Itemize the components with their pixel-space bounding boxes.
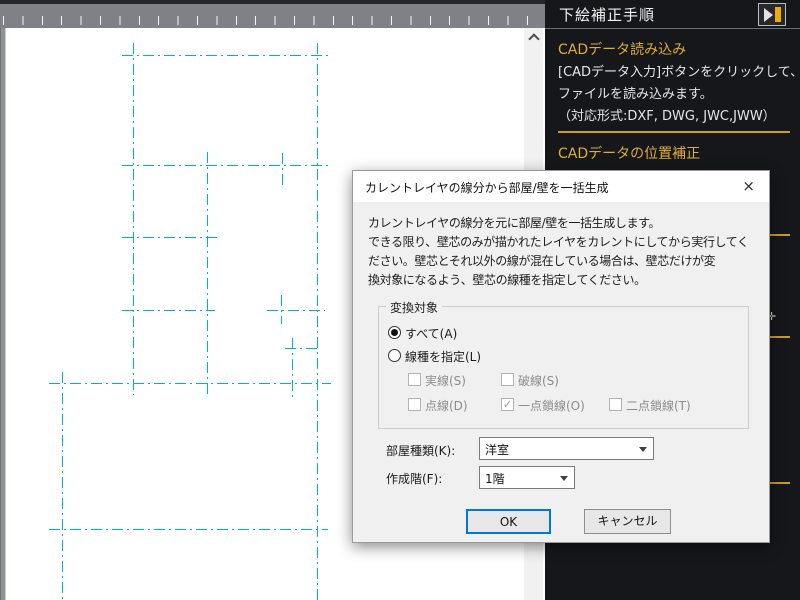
- room-type-select[interactable]: 洋室: [479, 437, 654, 460]
- chevron-up-icon: [528, 33, 539, 44]
- description-line: カレントレイヤの線分を元に部屋/壁を一括生成します。: [368, 214, 749, 233]
- section-divider: [769, 234, 790, 236]
- cad-line: [49, 529, 328, 530]
- cad-line: [285, 348, 320, 349]
- floor-select[interactable]: 1階: [479, 466, 575, 489]
- checkbox-dash-dot-line[interactable]: ✓: [501, 398, 514, 411]
- close-icon[interactable]: ×: [742, 177, 755, 195]
- groupbox-label: 変換対象: [386, 299, 442, 316]
- checkbox-dashed-line[interactable]: [501, 373, 514, 386]
- cad-line: [122, 310, 215, 311]
- radio-specify-linetype[interactable]: [388, 349, 401, 362]
- checkbox-solid-line-label[interactable]: 実線(S): [425, 372, 466, 389]
- app-window: 下絵補正手順 CADデータ読み込み [CADデータ入力]ボタンをクリックして、 …: [0, 0, 800, 600]
- chevron-down-icon: [639, 447, 647, 452]
- section-body-line: [CADデータ入力]ボタンをクリックして、: [558, 61, 800, 80]
- play-arrow-icon: [764, 8, 773, 22]
- dialog-title: カレントレイヤの線分から部屋/壁を一括生成: [365, 179, 609, 196]
- horizontal-ruler: [0, 0, 545, 28]
- chevron-down-icon: [560, 476, 568, 481]
- checkbox-solid-line[interactable]: [408, 373, 421, 386]
- description-line: できる限り、壁芯のみが描かれたレイヤをカレントにしてから実行してく: [368, 233, 749, 252]
- description-line: 換対象になるよう、壁芯の線種を指定してください。: [368, 271, 749, 290]
- cad-line: [281, 295, 282, 324]
- floor-value: 1階: [485, 472, 505, 486]
- cad-line: [62, 372, 63, 600]
- cad-line: [122, 165, 328, 166]
- radio-all[interactable]: [388, 326, 401, 339]
- ok-button[interactable]: OK: [466, 509, 551, 534]
- radio-specify-linetype-label[interactable]: 線種を指定(L): [405, 348, 481, 365]
- section-divider: [769, 482, 790, 484]
- checkbox-dash-double-dot-line-label[interactable]: 二点鎖線(T): [626, 397, 691, 414]
- cad-line: [49, 383, 331, 384]
- section-body-line: ファイルを読み込みます。: [558, 83, 713, 102]
- checkbox-dotted-line[interactable]: [408, 398, 421, 411]
- scroll-up-button[interactable]: [524, 28, 543, 46]
- cad-line: [317, 43, 318, 600]
- floor-label: 作成階(F):: [386, 470, 442, 487]
- checkbox-dash-double-dot-line[interactable]: [609, 398, 622, 411]
- sidebar-title: 下絵補正手順: [559, 4, 655, 25]
- ruler-tick-marks: [3, 16, 541, 25]
- checkbox-dashed-line-label[interactable]: 破線(S): [518, 372, 559, 389]
- cad-line: [133, 43, 134, 395]
- cad-line: [292, 338, 293, 397]
- dialog-description: カレントレイヤの線分を元に部屋/壁を一括生成します。 できる限り、壁芯のみが描か…: [368, 214, 749, 290]
- cad-line: [207, 152, 208, 397]
- description-line: ださい。壁芯とそれ以外の線が混在している場合は、壁芯だけが変: [368, 252, 749, 271]
- radio-all-label[interactable]: すべて(A): [405, 325, 457, 342]
- section-body-line: （対応形式:DXF, DWG, JWC,JWW）: [558, 105, 776, 124]
- ruler-top-bar: [0, 0, 545, 4]
- section-title-cad-position: CADデータの位置補正: [558, 143, 700, 163]
- dialog-titlebar[interactable]: カレントレイヤの線分から部屋/壁を一括生成 ×: [353, 171, 769, 202]
- generate-rooms-dialog: カレントレイヤの線分から部屋/壁を一括生成 × カレントレイヤの線分を元に部屋/…: [352, 170, 770, 543]
- yellow-bar-icon: [775, 7, 781, 22]
- sidebar-header: 下絵補正手順: [545, 0, 800, 29]
- room-type-value: 洋室: [485, 443, 509, 457]
- checkbox-dotted-line-label[interactable]: 点線(D): [425, 397, 468, 414]
- checkbox-dash-dot-line-label[interactable]: 一点鎖線(O): [518, 397, 585, 414]
- section-title-cad-load: CADデータ読み込み: [558, 39, 686, 59]
- panel-collapse-button[interactable]: [758, 3, 786, 26]
- cad-line: [282, 153, 283, 187]
- room-type-label: 部屋種類(K):: [386, 442, 455, 459]
- cad-line: [122, 55, 328, 56]
- section-divider: [558, 131, 790, 133]
- cancel-button[interactable]: キャンセル: [584, 509, 671, 534]
- section-divider: [769, 336, 790, 338]
